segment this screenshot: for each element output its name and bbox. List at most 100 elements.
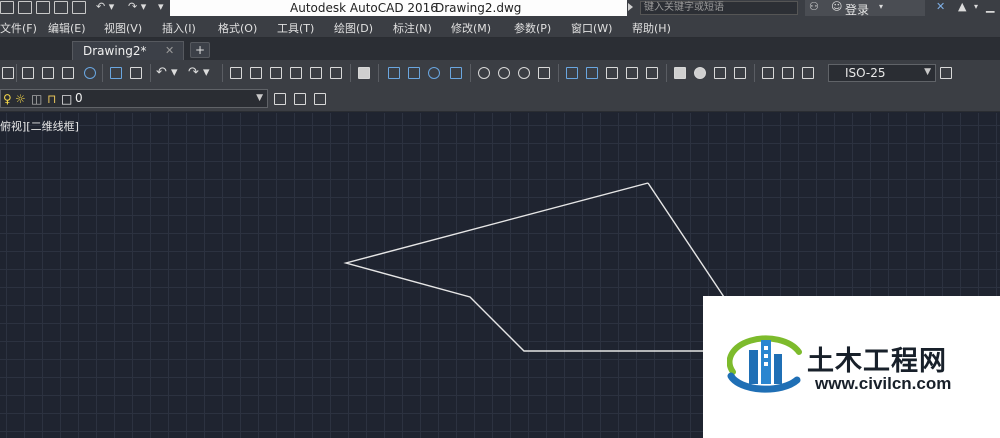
redo-icon[interactable]: ↷ ▾ bbox=[188, 65, 210, 80]
layer-states-icon[interactable] bbox=[312, 91, 328, 107]
save-icon[interactable] bbox=[36, 1, 50, 14]
tab-label: Drawing2* bbox=[83, 44, 147, 58]
watermark-url: www.civilcn.com bbox=[815, 374, 952, 393]
tab-drawing2[interactable]: Drawing2* ✕ bbox=[72, 41, 184, 60]
jogged-linear-icon[interactable] bbox=[732, 65, 748, 81]
toolbar-divider bbox=[16, 64, 17, 82]
dimension-space-icon[interactable] bbox=[624, 65, 640, 81]
menu-file[interactable]: 文件(F) bbox=[0, 20, 37, 36]
make-layer-current-icon[interactable] bbox=[272, 91, 288, 107]
aligned-dimension-icon[interactable] bbox=[406, 65, 422, 81]
file-tab-bar: Drawing2* ✕ + bbox=[0, 38, 1000, 60]
print-icon[interactable] bbox=[72, 1, 86, 14]
plot-preview-icon[interactable] bbox=[40, 65, 56, 81]
diameter-dimension-icon[interactable] bbox=[516, 65, 532, 81]
toolbar-divider bbox=[378, 64, 379, 82]
arc-length-icon[interactable] bbox=[426, 65, 442, 81]
3d-dwf-icon[interactable] bbox=[82, 65, 98, 81]
chevron-down-icon[interactable]: ▼ bbox=[256, 93, 263, 103]
angular-dimension-icon[interactable] bbox=[536, 65, 552, 81]
exchange-icon[interactable]: ✕ bbox=[936, 0, 945, 13]
new-tab-button[interactable]: + bbox=[190, 42, 210, 58]
sun-icon[interactable]: ☼ bbox=[15, 92, 26, 106]
layer-color-swatch: □ bbox=[61, 92, 73, 106]
layers-toolbar: ♀ ☼ ◫ ⊓ □ 0 ▼ bbox=[0, 86, 1000, 112]
undo-icon[interactable]: ↶ ▾ bbox=[156, 65, 178, 80]
publish-icon[interactable] bbox=[60, 65, 76, 81]
toolbar-divider bbox=[666, 64, 667, 82]
toolbar-divider bbox=[558, 64, 559, 82]
title-bar: ↶ ▾ ↷ ▾ ▾ Autodesk AutoCAD 2016 Drawing2… bbox=[0, 0, 1000, 17]
watermark-site-name: 土木工程网 bbox=[807, 346, 947, 377]
menu-dimension[interactable]: 标注(N) bbox=[393, 20, 432, 36]
new-file-icon[interactable] bbox=[0, 1, 14, 14]
file-title: Drawing2.dwg bbox=[435, 1, 522, 15]
cut-icon[interactable] bbox=[108, 65, 124, 81]
help-dropdown-icon[interactable]: ▾ bbox=[974, 2, 978, 11]
design-center-icon[interactable] bbox=[248, 65, 264, 81]
close-tab-icon[interactable]: ✕ bbox=[165, 44, 174, 57]
continue-dimension-icon[interactable] bbox=[604, 65, 620, 81]
layer-select[interactable]: ♀ ☼ ◫ ⊓ □ 0 ▼ bbox=[0, 89, 268, 108]
menu-window[interactable]: 窗口(W) bbox=[571, 20, 612, 36]
binoculars-icon[interactable]: ⚇ bbox=[809, 0, 819, 13]
ordinate-dimension-icon[interactable] bbox=[448, 65, 464, 81]
minimize-icon[interactable]: ▁ bbox=[986, 0, 994, 13]
viewport-freeze-icon[interactable]: ◫ bbox=[31, 92, 42, 106]
toolbar-divider bbox=[754, 64, 755, 82]
dimension-edit-icon[interactable] bbox=[760, 65, 776, 81]
calculator-icon[interactable] bbox=[328, 65, 344, 81]
redo-icon[interactable]: ↷ ▾ bbox=[128, 0, 146, 13]
inspection-icon[interactable] bbox=[712, 65, 728, 81]
save-as-icon[interactable] bbox=[54, 1, 68, 14]
civilcn-logo-icon bbox=[727, 335, 802, 393]
dimension-style-select[interactable]: ISO-25 ▼ bbox=[828, 64, 936, 82]
dimension-style-value: ISO-25 bbox=[845, 66, 886, 80]
linear-dimension-icon[interactable] bbox=[386, 65, 402, 81]
chevron-down-icon[interactable]: ▼ bbox=[924, 67, 931, 77]
radius-dimension-icon[interactable] bbox=[476, 65, 492, 81]
tolerance-icon[interactable] bbox=[672, 65, 688, 81]
dimension-text-edit-icon[interactable] bbox=[780, 65, 796, 81]
match-properties-icon[interactable] bbox=[128, 65, 144, 81]
lock-icon[interactable]: ⊓ bbox=[47, 92, 56, 106]
dimension-style-manager-icon[interactable] bbox=[938, 65, 954, 81]
light-bulb-icon[interactable]: ♀ bbox=[3, 92, 12, 106]
layer-name: 0 bbox=[75, 91, 83, 105]
menu-modify[interactable]: 修改(M) bbox=[451, 20, 491, 36]
save-icon[interactable] bbox=[0, 65, 16, 81]
center-mark-icon[interactable] bbox=[692, 65, 708, 81]
menu-insert[interactable]: 插入(I) bbox=[162, 20, 196, 36]
menu-edit[interactable]: 编辑(E) bbox=[48, 20, 86, 36]
markup-icon[interactable] bbox=[308, 65, 324, 81]
quick-dimension-icon[interactable] bbox=[564, 65, 580, 81]
tool-palettes-icon[interactable] bbox=[268, 65, 284, 81]
properties-icon[interactable] bbox=[228, 65, 244, 81]
jogged-dimension-icon[interactable] bbox=[496, 65, 512, 81]
open-folder-icon[interactable] bbox=[18, 1, 32, 14]
window-title: Autodesk AutoCAD 2016 Drawing2.dwg bbox=[170, 0, 627, 16]
search-input[interactable]: 键入关键字或短语 bbox=[640, 1, 798, 15]
plot-icon[interactable] bbox=[20, 65, 36, 81]
sheet-set-icon[interactable] bbox=[288, 65, 304, 81]
user-icon[interactable]: ☺ bbox=[831, 0, 842, 13]
login-dropdown-icon[interactable]: ▾ bbox=[879, 2, 883, 11]
dimension-break-icon[interactable] bbox=[644, 65, 660, 81]
menu-help[interactable]: 帮助(H) bbox=[632, 20, 671, 36]
search-expand-icon[interactable] bbox=[628, 3, 633, 11]
help-triangle-icon[interactable]: ▲ bbox=[958, 0, 966, 13]
dimension-update-icon[interactable] bbox=[800, 65, 816, 81]
help-icon[interactable] bbox=[356, 65, 372, 81]
menu-draw[interactable]: 绘图(D) bbox=[334, 20, 373, 36]
layer-previous-icon[interactable] bbox=[292, 91, 308, 107]
menu-parametric[interactable]: 参数(P) bbox=[514, 20, 551, 36]
menu-view[interactable]: 视图(V) bbox=[104, 20, 142, 36]
toolbar-divider bbox=[150, 64, 151, 82]
account-area[interactable]: ⚇ ☺ 登录 ▾ bbox=[805, 0, 925, 17]
undo-icon[interactable]: ↶ ▾ bbox=[96, 0, 114, 13]
polyline[interactable] bbox=[343, 182, 762, 352]
menu-format[interactable]: 格式(O) bbox=[218, 20, 257, 36]
menu-tools[interactable]: 工具(T) bbox=[277, 20, 314, 36]
baseline-dimension-icon[interactable] bbox=[584, 65, 600, 81]
quick-access-menu-icon[interactable]: ▾ bbox=[158, 0, 164, 13]
